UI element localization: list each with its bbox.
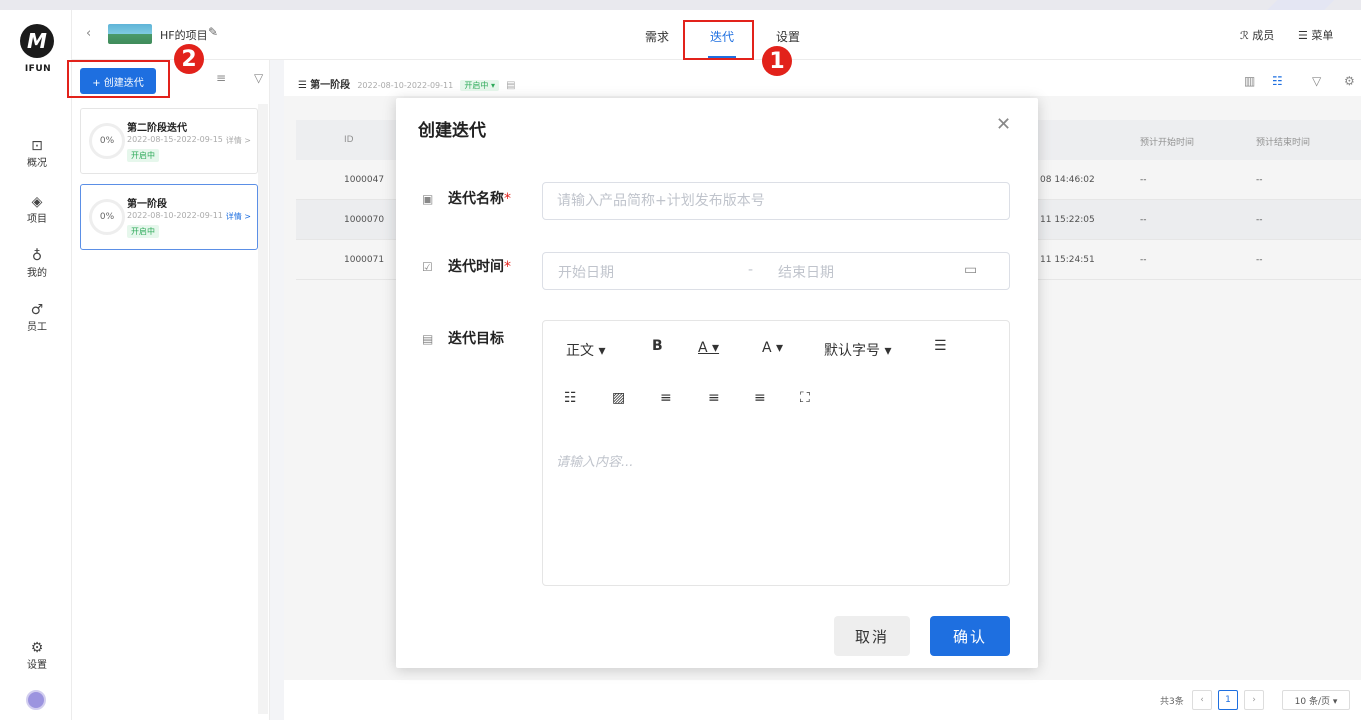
goal-field-icon: ▤ <box>422 332 434 346</box>
annotation-box-create-button <box>67 60 170 98</box>
numbered-list-icon[interactable]: ☷ <box>564 390 577 406</box>
info-icon[interactable]: ▤ <box>506 80 515 91</box>
iteration-name: 第二阶段迭代 <box>127 123 187 134</box>
app-logo: M <box>20 24 54 58</box>
align-center-icon[interactable]: ≡ <box>708 390 720 406</box>
user-icon: ♁ <box>31 248 43 264</box>
status-badge: 开启中 <box>127 225 159 238</box>
next-page-button[interactable]: › <box>1244 690 1264 710</box>
rail-item-label: 概况 <box>27 158 47 169</box>
tab-settings[interactable]: 设置 <box>776 28 800 45</box>
editor-placeholder: 请输入内容... <box>556 455 634 470</box>
tab-requirements[interactable]: 需求 <box>645 28 669 45</box>
goal-field-label: 迭代目标 <box>448 331 504 347</box>
page-number-button[interactable]: 1 <box>1218 690 1238 710</box>
iteration-dates: 2022-08-10-2022-09-11 <box>127 211 223 220</box>
name-field-label: 迭代名称* <box>448 191 511 207</box>
menu-button[interactable]: ☰ 菜单 <box>1298 27 1333 43</box>
current-iteration-dates: 2022-08-10-2022-09-11 <box>357 81 454 90</box>
align-left-icon[interactable]: ≡ <box>660 390 672 406</box>
iteration-detail-link[interactable]: 详情 > <box>226 211 251 222</box>
iteration-detail-link[interactable]: 详情 > <box>226 135 251 146</box>
font-color-button[interactable]: A ▾ <box>698 340 719 356</box>
fullscreen-icon[interactable]: ⛶ <box>800 390 810 406</box>
gear-icon[interactable]: ⚙ <box>1344 74 1355 88</box>
project-thumbnail <box>108 24 152 44</box>
prev-page-button[interactable]: ‹ <box>1192 690 1212 710</box>
panel-scrollbar[interactable] <box>258 104 268 714</box>
members-icon: ℛ <box>1240 29 1249 42</box>
rail-item-label: 设置 <box>27 660 47 671</box>
annotation-box-iterations-tab <box>683 20 754 60</box>
font-size-select[interactable]: 默认字号 ▾ <box>824 340 891 360</box>
bullet-list-icon[interactable]: ☰ <box>934 338 947 354</box>
rail-item-label: 我的 <box>27 268 47 279</box>
back-icon[interactable]: ‹ <box>86 26 91 41</box>
progress-ring: 0% <box>89 199 125 235</box>
rail-item-mine[interactable]: ♁ 我的 <box>14 248 60 279</box>
members-label: 成员 <box>1252 29 1275 42</box>
calendar-check-icon: ☑ <box>422 260 433 274</box>
filter-icon[interactable]: ▽ <box>1312 74 1321 88</box>
current-iteration-name: 第一阶段 <box>310 80 351 91</box>
menu-icon: ☰ <box>1298 29 1308 42</box>
progress-ring: 0% <box>89 123 125 159</box>
annotation-badge-1: 1 <box>762 46 792 76</box>
start-date-input[interactable]: 开始日期 <box>558 262 614 282</box>
app-logo-text: IFUN <box>24 64 52 74</box>
bold-button[interactable]: B <box>652 338 663 354</box>
chart-icon: ⊡ <box>31 138 43 154</box>
left-rail <box>0 10 72 720</box>
current-status-dropdown[interactable]: 开启中 ▾ <box>460 80 499 91</box>
iteration-name-input[interactable] <box>542 182 1010 220</box>
list-icon[interactable]: ≡ <box>216 71 226 85</box>
dialog-title: 创建迭代 <box>418 121 486 141</box>
page-size-select[interactable]: 10 条/页 ▾ <box>1282 690 1350 710</box>
members-button[interactable]: ℛ 成员 <box>1240 27 1274 43</box>
board-view-icon[interactable]: ▥ <box>1244 74 1255 88</box>
edit-icon[interactable]: ✎ <box>208 25 218 39</box>
confirm-button[interactable]: 确认 <box>930 616 1010 656</box>
background-color-button[interactable]: A ▾ <box>762 340 783 356</box>
pagination-total: 共3条 <box>1160 697 1184 707</box>
close-icon[interactable]: ✕ <box>996 114 1011 135</box>
filter-icon[interactable]: ▽ <box>254 71 263 85</box>
status-badge: 开启中 <box>127 149 159 162</box>
calendar-icon[interactable]: ▭ <box>964 262 977 278</box>
cancel-button[interactable]: 取消 <box>834 616 910 656</box>
iteration-card[interactable]: 0% 第二阶段迭代 2022-08-15-2022-09-15 详情 > 开启中 <box>80 108 258 174</box>
rail-item-overview[interactable]: ⊡ 概况 <box>14 138 60 169</box>
rail-item-staff[interactable]: ♂ 员工 <box>14 302 60 333</box>
iteration-card[interactable]: 0% 第一阶段 2022-08-10-2022-09-11 详情 > 开启中 <box>80 184 258 250</box>
date-range-separator: - <box>748 262 754 278</box>
list-icon: ☰ <box>298 80 307 91</box>
rail-item-project[interactable]: ◈ 项目 <box>14 194 60 225</box>
rail-item-label: 员工 <box>27 322 47 333</box>
avatar[interactable] <box>26 690 46 710</box>
name-field-icon: ▣ <box>422 192 434 206</box>
insert-image-icon[interactable]: ▨ <box>612 390 625 406</box>
iteration-name: 第一阶段 <box>127 199 167 210</box>
time-field-label: 迭代时间* <box>448 259 511 275</box>
rail-item-label: 项目 <box>27 214 47 225</box>
layers-icon: ◈ <box>31 194 43 210</box>
iteration-dates: 2022-08-15-2022-09-15 <box>127 135 223 144</box>
gear-icon: ⚙ <box>30 640 44 656</box>
current-iteration-bar: ☰ 第一阶段 2022-08-10-2022-09-11 开启中 ▾ ▤ <box>298 76 516 91</box>
annotation-badge-2: 2 <box>174 44 204 74</box>
top-strip <box>0 0 1361 10</box>
align-right-icon[interactable]: ≡ <box>754 390 766 406</box>
paragraph-select[interactable]: 正文 ▾ <box>566 340 605 360</box>
menu-label: 菜单 <box>1311 29 1334 42</box>
project-name: HF的项目 <box>160 29 208 42</box>
rail-item-settings[interactable]: ⚙ 设置 <box>14 640 60 671</box>
users-icon: ♂ <box>30 302 44 318</box>
end-date-input[interactable]: 结束日期 <box>778 262 834 282</box>
list-view-icon[interactable]: ☷ <box>1272 74 1283 88</box>
